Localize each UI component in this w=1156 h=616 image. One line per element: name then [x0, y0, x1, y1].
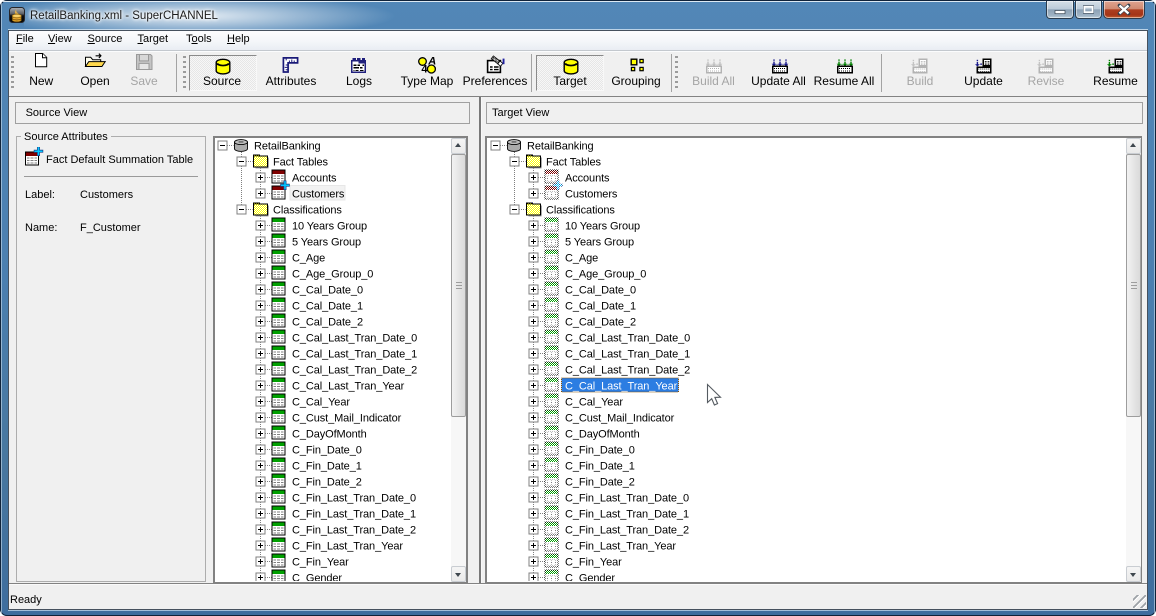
svg-text:C_Cal_Last_Tran_Date_2: C_Cal_Last_Tran_Date_2 [565, 364, 690, 376]
svg-text:10 Years Group: 10 Years Group [292, 220, 367, 232]
svg-text:RetailBanking: RetailBanking [254, 140, 321, 152]
svg-text:C_Cal_Last_Tran_Date_0: C_Cal_Last_Tran_Date_0 [292, 332, 417, 344]
svg-text:C_Cal_Last_Tran_Date_2: C_Cal_Last_Tran_Date_2 [292, 364, 417, 376]
svg-text:C_Age: C_Age [292, 252, 325, 264]
svg-text:Fact Tables: Fact Tables [546, 156, 602, 168]
svg-text:C_Cal_Date_0: C_Cal_Date_0 [565, 284, 636, 296]
svg-text:C_Gender: C_Gender [565, 572, 615, 581]
svg-text:Accounts: Accounts [292, 172, 337, 184]
svg-text:C_Fin_Last_Tran_Date_0: C_Fin_Last_Tran_Date_0 [292, 492, 416, 504]
svg-text:C_Cal_Year: C_Cal_Year [565, 396, 623, 408]
svg-text:C_Fin_Year: C_Fin_Year [292, 556, 349, 568]
svg-text:Classifications: Classifications [273, 204, 342, 216]
svg-text:C_Fin_Date_2: C_Fin_Date_2 [292, 476, 362, 488]
svg-text:C_Cal_Last_Tran_Year: C_Cal_Last_Tran_Year [292, 380, 405, 392]
svg-text:C_Cal_Last_Tran_Year: C_Cal_Last_Tran_Year [565, 380, 678, 392]
svg-text:C_Age_Group_0: C_Age_Group_0 [565, 268, 646, 280]
svg-text:C_DayOfMonth: C_DayOfMonth [292, 428, 367, 440]
svg-text:C_Cal_Last_Tran_Date_1: C_Cal_Last_Tran_Date_1 [565, 348, 690, 360]
svg-text:C_Cust_Mail_Indicator: C_Cust_Mail_Indicator [292, 412, 402, 424]
svg-text:C_Fin_Last_Tran_Date_1: C_Fin_Last_Tran_Date_1 [292, 508, 416, 520]
svg-text:C_Fin_Last_Tran_Year: C_Fin_Last_Tran_Year [565, 540, 676, 552]
svg-text:Fact Tables: Fact Tables [273, 156, 329, 168]
svg-text:C_Cal_Date_2: C_Cal_Date_2 [565, 316, 636, 328]
svg-text:C_DayOfMonth: C_DayOfMonth [565, 428, 640, 440]
svg-text:Customers: Customers [565, 188, 618, 200]
svg-text:C_Fin_Last_Tran_Date_2: C_Fin_Last_Tran_Date_2 [565, 524, 689, 536]
svg-text:C_Cal_Date_0: C_Cal_Date_0 [292, 284, 363, 296]
svg-text:5 Years Group: 5 Years Group [565, 236, 634, 248]
svg-text:C_Cust_Mail_Indicator: C_Cust_Mail_Indicator [565, 412, 675, 424]
svg-text:C_Fin_Last_Tran_Date_2: C_Fin_Last_Tran_Date_2 [292, 524, 416, 536]
svg-text:C_Age_Group_0: C_Age_Group_0 [292, 268, 373, 280]
svg-text:C_Cal_Year: C_Cal_Year [292, 396, 350, 408]
svg-text:C_Fin_Date_0: C_Fin_Date_0 [565, 444, 635, 456]
svg-text:C_Fin_Last_Tran_Year: C_Fin_Last_Tran_Year [292, 540, 403, 552]
svg-text:C_Fin_Date_1: C_Fin_Date_1 [565, 460, 635, 472]
svg-text:C_Fin_Date_0: C_Fin_Date_0 [292, 444, 362, 456]
svg-text:Classifications: Classifications [546, 204, 615, 216]
svg-text:C_Fin_Last_Tran_Date_1: C_Fin_Last_Tran_Date_1 [565, 508, 689, 520]
svg-text:C_Fin_Date_1: C_Fin_Date_1 [292, 460, 362, 472]
svg-text:C_Fin_Date_2: C_Fin_Date_2 [565, 476, 635, 488]
svg-text:RetailBanking: RetailBanking [527, 140, 594, 152]
svg-text:Customers: Customers [292, 188, 345, 200]
svg-text:C_Fin_Year: C_Fin_Year [565, 556, 622, 568]
svg-text:C_Cal_Last_Tran_Date_0: C_Cal_Last_Tran_Date_0 [565, 332, 690, 344]
svg-text:5 Years Group: 5 Years Group [292, 236, 361, 248]
svg-text:Accounts: Accounts [565, 172, 610, 184]
svg-text:C_Fin_Last_Tran_Date_0: C_Fin_Last_Tran_Date_0 [565, 492, 689, 504]
svg-text:C_Age: C_Age [565, 252, 598, 264]
svg-text:C_Cal_Date_1: C_Cal_Date_1 [565, 300, 636, 312]
svg-text:C_Cal_Last_Tran_Date_1: C_Cal_Last_Tran_Date_1 [292, 348, 417, 360]
svg-text:C_Cal_Date_1: C_Cal_Date_1 [292, 300, 363, 312]
svg-text:C_Cal_Date_2: C_Cal_Date_2 [292, 316, 363, 328]
svg-text:10 Years Group: 10 Years Group [565, 220, 640, 232]
svg-text:C_Gender: C_Gender [292, 572, 342, 581]
